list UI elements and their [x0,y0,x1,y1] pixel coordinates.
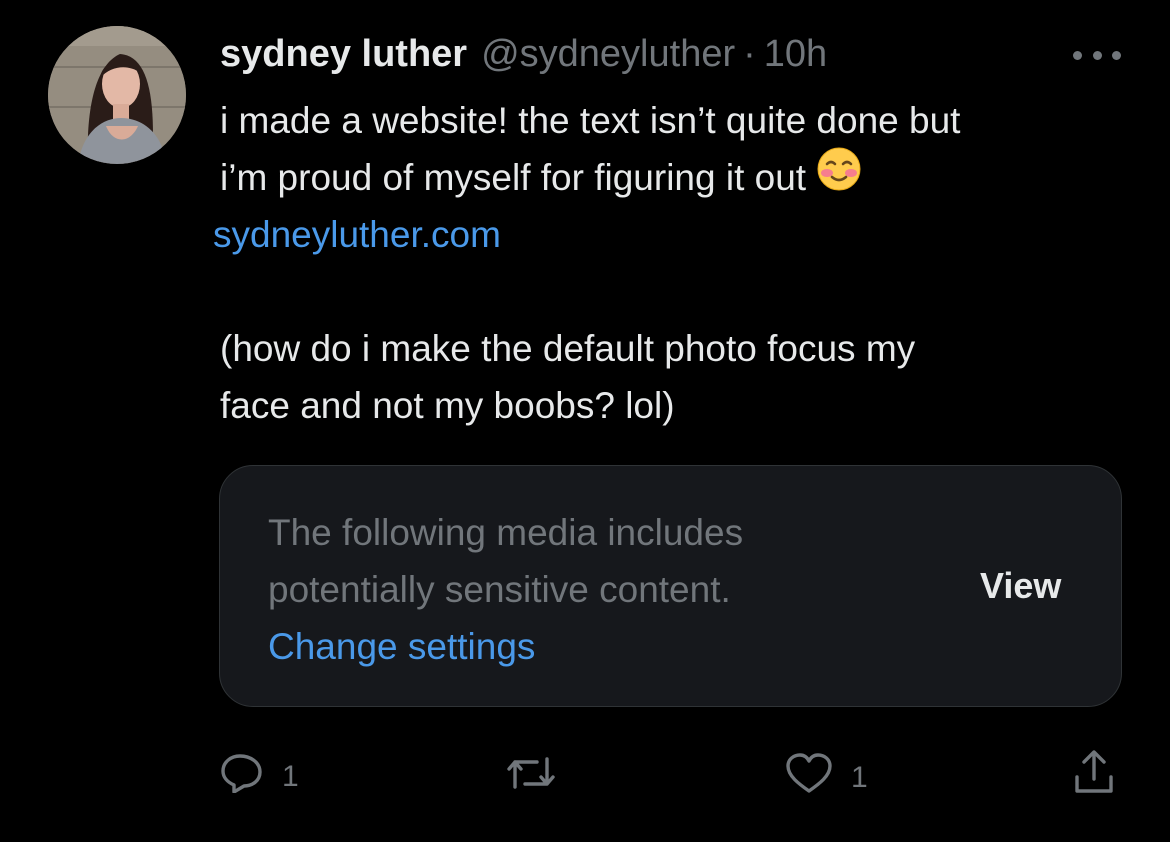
view-button[interactable]: View [980,561,1080,611]
website-link[interactable]: sydneyluther.com [213,206,501,263]
profile-photo-icon [48,26,186,164]
author-handle[interactable]: @sydneyluther [481,30,735,78]
tweet-line-4: face and not my boobs? lol) [220,385,675,426]
timestamp[interactable]: 10h [764,30,827,78]
tweet-text: i made a website! the text isn’t quite d… [213,92,1120,434]
reply-icon [220,753,264,801]
tweet-line-2-text: i’m proud of myself for figuring it out [220,157,807,198]
like-count: 1 [851,761,868,794]
tweet: sydney luther @sydneyluther · 10h i made… [0,0,1170,842]
share-icon [1073,749,1115,803]
like-button[interactable]: 1 [785,753,868,803]
retweet-icon [505,753,557,801]
sensitive-media-warning: The following media includes potentially… [268,504,743,675]
tweet-line-2: i’m proud of myself for figuring it out [220,146,1120,208]
blush-emoji-icon [816,146,862,208]
avatar[interactable] [48,26,186,164]
tweet-line-1: i made a website! the text isn’t quite d… [220,100,961,141]
warning-line-2: potentially sensitive content. [268,569,731,610]
separator-dot: · [743,33,756,75]
author-name[interactable]: sydney luther [220,30,467,78]
retweet-button[interactable] [505,753,557,801]
more-options-icon[interactable] [1073,48,1121,62]
reply-button[interactable]: 1 [220,753,299,801]
tweet-header: sydney luther @sydneyluther · 10h [220,30,827,78]
share-button[interactable] [1073,749,1115,803]
tweet-link-line: sydneyluther.com [213,206,1120,263]
action-bar: 1 1 [0,745,1170,800]
like-icon [785,753,833,803]
sensitive-media-card: The following media includes potentially… [219,465,1122,707]
tweet-line-3: (how do i make the default photo focus m… [220,328,916,369]
reply-count: 1 [282,760,299,793]
warning-line-1: The following media includes [268,512,744,553]
change-settings-link[interactable]: Change settings [268,618,743,675]
